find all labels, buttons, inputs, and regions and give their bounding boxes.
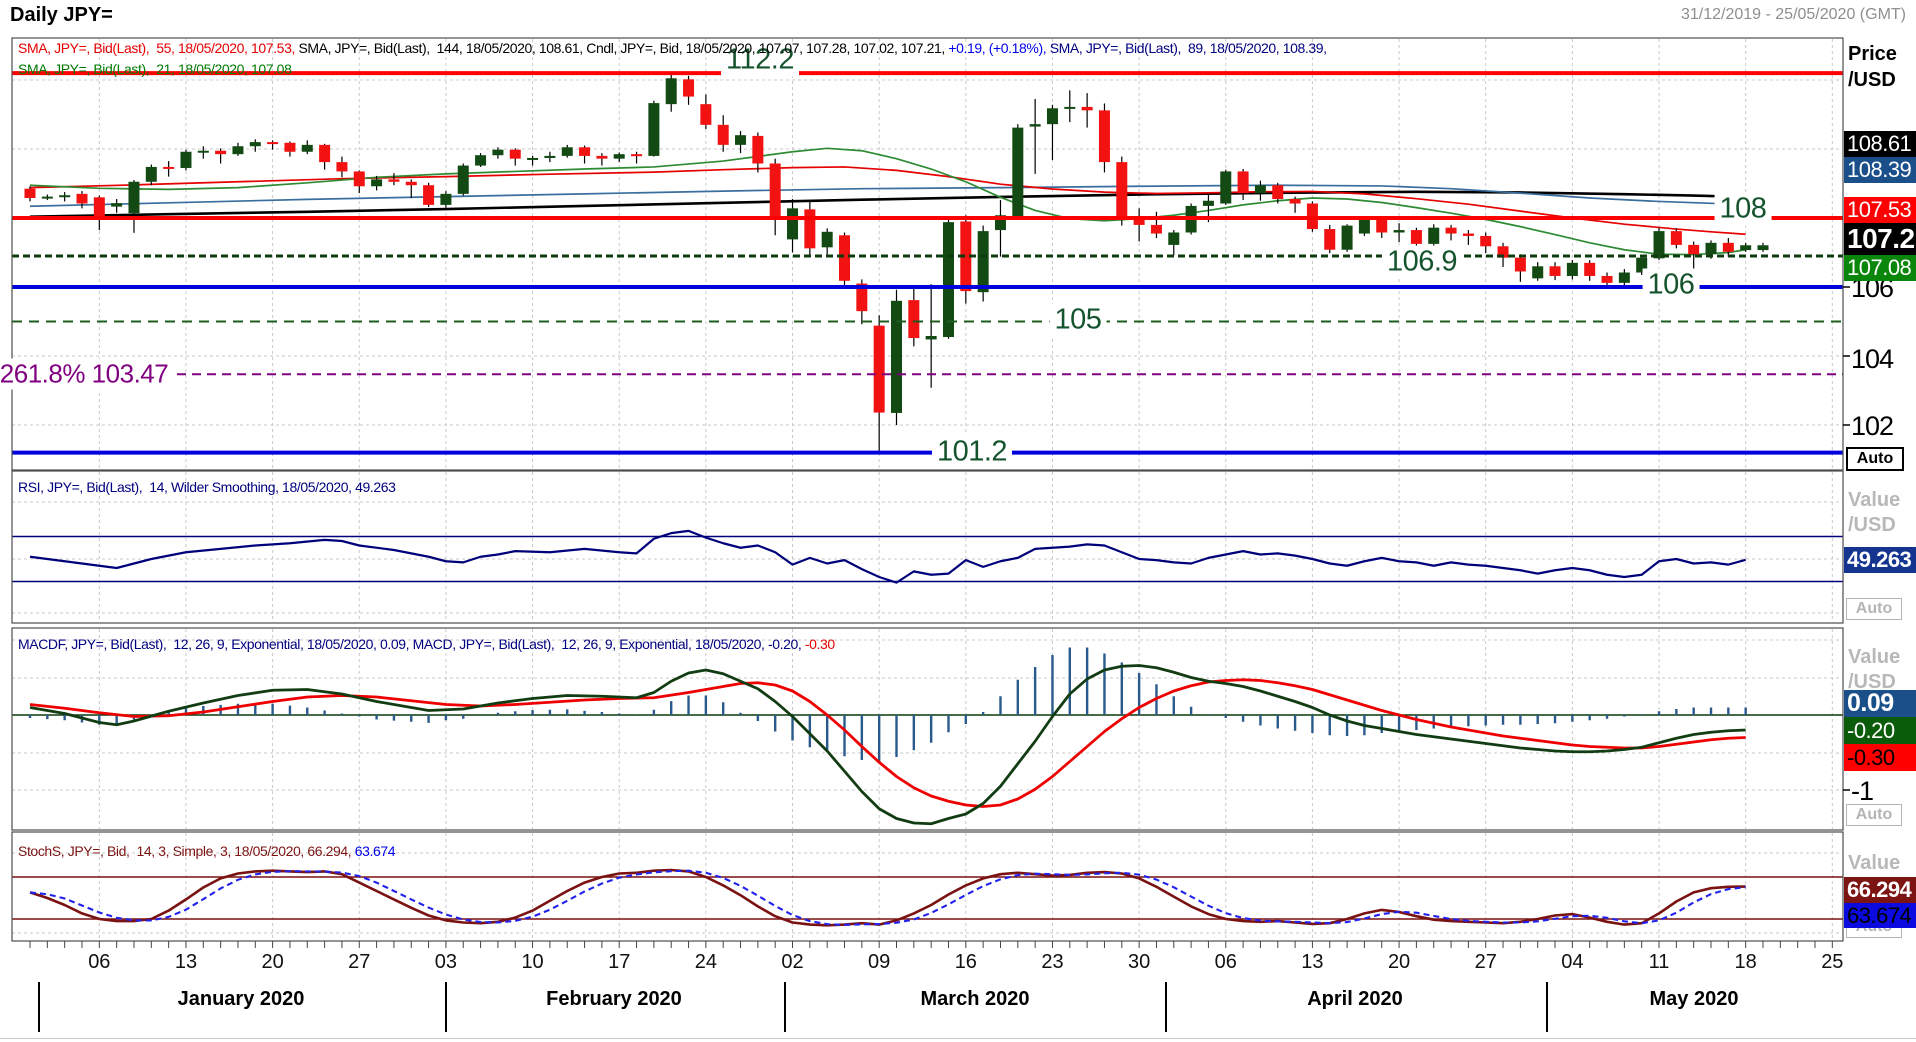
- auto-scale-button-rsi[interactable]: Auto: [1846, 598, 1902, 620]
- legend-segment: SMA, JPY=, Bid(Last), 89, 18/05/2020, 10…: [1050, 40, 1330, 56]
- price-tick-104: 104: [1851, 344, 1893, 375]
- legend-segment: -0.30: [805, 636, 835, 652]
- level-annotation: 106.9: [1382, 245, 1462, 278]
- legend-segment: SMA, JPY=, Bid(Last), 144, 18/05/2020, 1…: [298, 40, 948, 56]
- month-separator: [784, 982, 786, 1032]
- date-tick-label: 27: [339, 951, 379, 974]
- chart-plot-area[interactable]: [0, 0, 1916, 1042]
- date-tick-label: 18: [1726, 951, 1766, 974]
- badge-sma21: 107.08: [1844, 255, 1916, 281]
- level-annotation: 105: [1050, 303, 1107, 336]
- level-annotation: 108: [1715, 193, 1772, 226]
- auto-scale-button-price[interactable]: Auto: [1846, 447, 1904, 471]
- month-label: March 2020: [855, 988, 1095, 1011]
- badge-sma89: 108.39: [1844, 157, 1916, 183]
- date-tick-label: 13: [1292, 951, 1332, 974]
- legend-segment: +0.19, (+0.18%),: [948, 40, 1049, 56]
- level-annotation: 261.8% 103.47: [0, 359, 173, 390]
- date-tick-label: 20: [1379, 951, 1419, 974]
- macd-tick-minus1: -1: [1851, 776, 1873, 807]
- legend-segment: StochS, JPY=, Bid, 14, 3, Simple, 3, 18/…: [18, 843, 355, 859]
- level-annotation: 101.2: [932, 435, 1012, 468]
- date-tick-label: 25: [1812, 951, 1852, 974]
- level-annotation: 106: [1643, 269, 1700, 302]
- date-tick-label: 13: [166, 951, 206, 974]
- badge-stoch-k: 66.294: [1844, 877, 1916, 903]
- legend-macd: MACDF, JPY=, Bid(Last), 12, 26, 9, Expon…: [18, 636, 835, 652]
- date-tick-label: 30: [1119, 951, 1159, 974]
- month-separator: [1165, 982, 1167, 1032]
- badge-sma144: 108.61: [1844, 131, 1916, 157]
- date-tick-label: 23: [1032, 951, 1072, 974]
- date-tick-label: 24: [686, 951, 726, 974]
- month-separator: [445, 982, 447, 1032]
- date-tick-label: 09: [859, 951, 899, 974]
- rsi-axis-unit-line2: /USD: [1848, 513, 1896, 537]
- badge-last-price: 107.21: [1844, 223, 1916, 255]
- month-label: January 2020: [121, 988, 361, 1011]
- month-separator: [38, 982, 40, 1032]
- date-tick-label: 20: [253, 951, 293, 974]
- chart-window: Daily JPY= 31/12/2019 - 25/05/2020 (GMT)…: [0, 0, 1916, 1042]
- price-axis-unit-line1: Price: [1848, 42, 1897, 66]
- date-tick-label: 03: [426, 951, 466, 974]
- date-tick-label: 27: [1466, 951, 1506, 974]
- legend-main-row1: SMA, JPY=, Bid(Last), 55, 18/05/2020, 10…: [18, 40, 1330, 56]
- date-tick-label: 10: [513, 951, 553, 974]
- date-range-label: 31/12/2019 - 25/05/2020 (GMT): [1681, 6, 1906, 24]
- badge-macd-hist: 0.09: [1844, 690, 1916, 717]
- month-label: February 2020: [494, 988, 734, 1011]
- page-title: Daily JPY=: [10, 4, 113, 27]
- price-tick-102: 102: [1851, 411, 1893, 442]
- badge-sma55: 107.53: [1844, 197, 1916, 223]
- month-separator: [1546, 982, 1548, 1032]
- legend-segment: 63.674: [355, 843, 395, 859]
- legend-main-row2: SMA, JPY=, Bid(Last), 21, 18/05/2020, 10…: [18, 61, 291, 77]
- badge-macd-signal: -0.30: [1844, 744, 1916, 771]
- date-tick-label: 11: [1639, 951, 1679, 974]
- date-tick-label: 02: [773, 951, 813, 974]
- legend-segment: SMA, JPY=, Bid(Last), 55, 18/05/2020, 10…: [18, 40, 298, 56]
- month-label: May 2020: [1574, 988, 1814, 1011]
- rsi-axis-unit-line1: Value: [1848, 488, 1900, 512]
- badge-stoch-d: 63.674: [1844, 903, 1916, 928]
- date-tick-label: 06: [1206, 951, 1246, 974]
- badge-macd-line: -0.20: [1844, 717, 1916, 744]
- month-label: April 2020: [1235, 988, 1475, 1011]
- date-tick-label: 16: [946, 951, 986, 974]
- legend-rsi: RSI, JPY=, Bid(Last), 14, Wilder Smoothi…: [18, 479, 396, 495]
- legend-segment: MACDF, JPY=, Bid(Last), 12, 26, 9, Expon…: [18, 636, 805, 652]
- legend-segment: SMA, JPY=, Bid(Last), 21, 18/05/2020, 10…: [18, 61, 291, 77]
- badge-rsi: 49.263: [1844, 547, 1916, 573]
- legend-segment: RSI, JPY=, Bid(Last), 14, Wilder Smoothi…: [18, 479, 396, 495]
- date-tick-label: 17: [599, 951, 639, 974]
- auto-scale-button-macd[interactable]: Auto: [1846, 804, 1902, 826]
- date-tick-label: 06: [79, 951, 119, 974]
- date-tick-label: 04: [1552, 951, 1592, 974]
- stoch-axis-unit: Value: [1848, 851, 1900, 875]
- legend-stoch: StochS, JPY=, Bid, 14, 3, Simple, 3, 18/…: [18, 843, 395, 859]
- macd-axis-unit-line1: Value: [1848, 645, 1900, 669]
- price-axis-unit-line2: /USD: [1848, 68, 1896, 92]
